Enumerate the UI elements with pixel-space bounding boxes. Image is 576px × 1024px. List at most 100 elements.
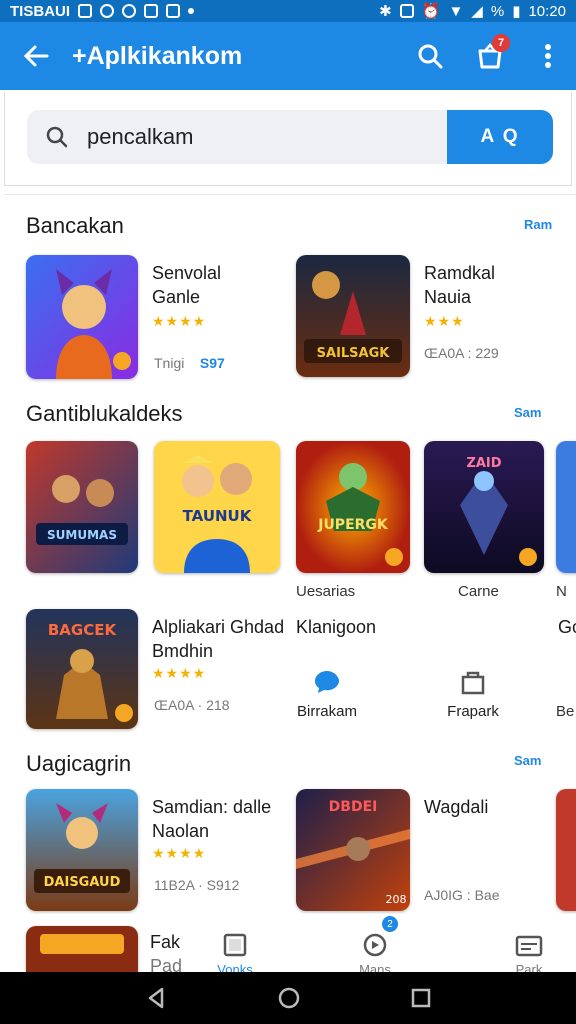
nav-home-icon[interactable]	[277, 986, 301, 1010]
file-icon	[166, 4, 180, 18]
bag-icon	[461, 671, 485, 695]
quick-actions-title: Klanigoon	[296, 617, 377, 637]
quick-action-button[interactable]: Frapark	[418, 669, 528, 720]
search-icon	[418, 44, 443, 69]
thumbnail-title: TAUNUK	[183, 507, 253, 525]
bluetooth-icon: ✱	[379, 3, 392, 20]
more-vert-icon	[545, 44, 551, 68]
app-name: Alpliakari Ghdad	[152, 617, 285, 637]
app-thumbnail[interactable]	[556, 789, 576, 911]
thumbnail-title: SUMUMAS	[47, 528, 117, 542]
app-thumbnail[interactable]: SAILSAGK	[296, 255, 410, 377]
thumbnail-title: JUPERGK	[317, 517, 389, 533]
games-icon	[363, 933, 387, 957]
back-button[interactable]	[0, 22, 72, 90]
notification-badge: 7	[492, 34, 510, 52]
thumbnail-title: DAISGAUD	[44, 875, 121, 890]
vibrate-icon	[399, 4, 414, 18]
app-thumbnail[interactable]: DBDEI 208	[296, 789, 410, 911]
quick-action-label: Birrakam	[296, 703, 357, 720]
tab-badge: 2	[382, 916, 398, 932]
search-field-icon	[27, 126, 87, 148]
app-subtitle: Ganle	[152, 287, 201, 307]
rating-stars: ★★★★	[152, 313, 207, 329]
game-thumbnail[interactable]: JUPERGK	[296, 441, 410, 573]
app-name: Wagdali	[424, 797, 489, 817]
game-caption: Carne	[458, 583, 499, 600]
folder-icon	[515, 935, 543, 957]
more-dot-icon	[188, 8, 194, 14]
app-name: Samdian: dalle	[152, 797, 272, 817]
rating-stars: ★★★	[424, 313, 465, 329]
thumbnail-title: SAILSAGK	[317, 346, 391, 361]
thumbnail-title: BAGCEK	[48, 621, 118, 639]
section-see-all-link[interactable]: Sam	[514, 753, 541, 768]
carrier-text: TISBAUI	[10, 2, 70, 20]
rating-stars: ★★★★	[152, 845, 207, 861]
app-name: Ramdkal	[424, 263, 496, 283]
section-see-all-link[interactable]: Sam	[514, 405, 541, 420]
app-meta: ŒA0A · 218	[154, 697, 230, 713]
edge-caption: Be	[556, 703, 575, 720]
app-meta: 11B2A · S912	[154, 877, 240, 893]
thumbnail-title: DBDEI	[329, 799, 378, 815]
app-subtitle: Naolan	[152, 821, 210, 841]
quick-action-label: Frapark	[447, 703, 499, 720]
app-thumbnail[interactable]	[26, 255, 138, 379]
sync-icon	[100, 4, 114, 18]
notification-icon	[78, 4, 92, 18]
chat-icon	[122, 4, 136, 18]
section-title: Gantiblukaldeks	[26, 401, 183, 426]
app-subtitle: Bmdhin	[152, 641, 214, 661]
game-caption: N	[556, 583, 567, 600]
app-title: +Aplkikankom	[72, 41, 243, 70]
signal-icon: ◢	[471, 3, 483, 20]
game-thumbnail[interactable]: SUMUMAS	[26, 441, 138, 573]
app-thumbnail[interactable]	[26, 926, 138, 972]
nav-recents-icon[interactable]	[410, 987, 432, 1009]
app-subtitle: Nauia	[424, 287, 472, 307]
app-meta: Tnigi S97	[154, 355, 225, 371]
thumbnail-title: ZAID	[466, 456, 501, 471]
app-thumbnail[interactable]: BAGCEK	[26, 609, 138, 729]
app-meta: AJ0IG : Bae	[424, 887, 500, 903]
game-thumbnail[interactable]: ZAID	[424, 441, 544, 573]
quick-action-button[interactable]: Birrakam	[272, 669, 382, 720]
edge-caption: Go	[558, 617, 576, 637]
meta-right: S97	[199, 355, 225, 371]
app-thumbnail[interactable]: DAISGAUD	[26, 789, 138, 911]
overflow-menu-button[interactable]	[520, 22, 576, 90]
status-bar: TISBAUI ✱ ⏰ ▼ ◢ % ▮ 10:20	[0, 0, 576, 22]
game-thumbnail[interactable]	[556, 441, 576, 573]
search-button[interactable]	[400, 22, 460, 90]
nav-back-icon[interactable]	[144, 986, 168, 1010]
section-see-all-link[interactable]: Ram	[524, 217, 552, 232]
battery-percent: %	[490, 2, 505, 20]
app-bar: +Aplkikankom 7	[0, 22, 576, 90]
battery-icon: ▮	[512, 3, 521, 20]
game-thumbnail[interactable]: TAUNUK	[154, 441, 280, 573]
thumbnail-corner-text: 208	[386, 893, 407, 906]
wifi-icon: ▼	[448, 2, 464, 20]
search-input[interactable]: pencalkam	[87, 124, 447, 150]
app-name: Senvolal	[152, 263, 222, 283]
chat-bubble-icon	[315, 671, 339, 693]
shop-icon	[144, 4, 158, 18]
search-submit-button[interactable]: A Q	[447, 110, 553, 164]
app-meta: ŒA0A : 229	[424, 345, 499, 361]
system-nav-bar	[0, 972, 576, 1024]
store-button[interactable]: 7	[460, 22, 520, 90]
rating-stars: ★★★★	[152, 665, 207, 681]
alarm-icon: ⏰	[421, 3, 441, 20]
section-title: Uagicagrin	[26, 751, 132, 776]
content-list[interactable]: Bancakan Ram Senvolal Ganle ★★★★ Tnigi S…	[4, 194, 576, 914]
search-panel: pencalkam A Q	[4, 92, 572, 186]
section-title: Bancakan	[26, 213, 124, 238]
clock: 10:20	[528, 2, 566, 20]
meta-left: Tnigi	[154, 355, 185, 371]
book-icon	[223, 933, 247, 957]
back-arrow-icon	[23, 45, 49, 67]
app-name: Fak	[150, 932, 181, 952]
search-bar: pencalkam A Q	[27, 110, 553, 164]
game-caption: Uesarias	[296, 583, 356, 600]
